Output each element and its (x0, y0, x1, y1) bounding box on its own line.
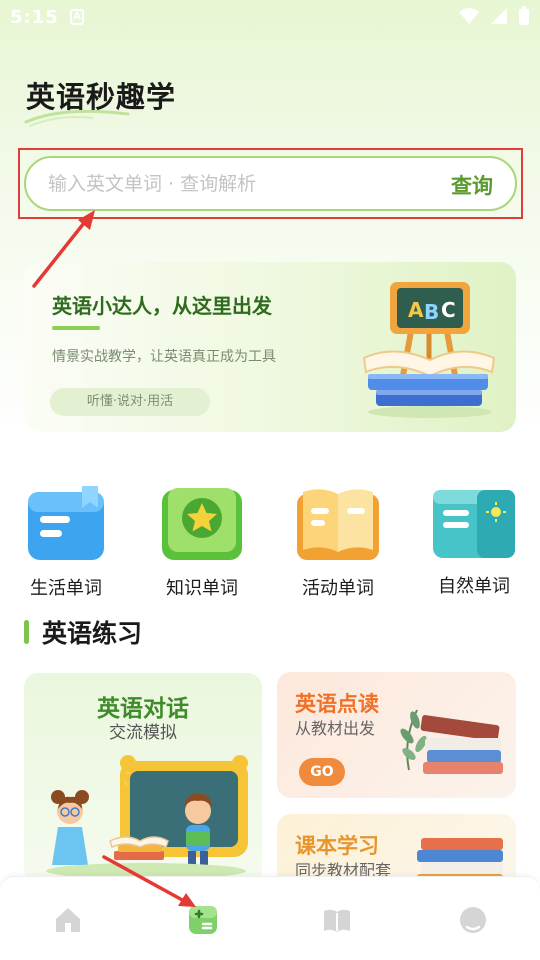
search-button[interactable]: 查询 (451, 170, 493, 200)
category-label: 活动单词 (302, 578, 374, 599)
board-letter-b: B (424, 300, 439, 324)
category-activity-words[interactable]: 活动单词 (288, 486, 388, 600)
read-card-title: 英语点读 (295, 692, 379, 716)
battery-icon (519, 6, 529, 25)
textbook-card-title: 课本学习 (295, 834, 379, 858)
category-label: 自然单词 (438, 576, 510, 597)
banner-tag-pill: 听懂·说对·用活 (50, 388, 210, 416)
books-easel-illustration: A B C (362, 282, 496, 418)
board-letter-a: A (408, 298, 424, 322)
wifi-icon (459, 8, 479, 24)
profile-icon[interactable] (458, 905, 488, 935)
classroom-illustration (46, 755, 248, 879)
go-button[interactable]: GO (299, 758, 345, 786)
promo-banner[interactable]: 英语小达人，从这里出发 情景实战教学，让英语真正成为工具 听懂·说对·用活 A … (24, 262, 516, 432)
category-nature-words[interactable]: 自然单词 (424, 486, 524, 598)
category-label: 知识单词 (166, 578, 238, 599)
dialog-card-subtitle: 交流模拟 (109, 723, 177, 743)
banner-title: 英语小达人，从这里出发 (52, 294, 272, 318)
orange-open-book-icon (297, 489, 379, 560)
search-box[interactable]: 查询 (24, 156, 517, 211)
section-accent-bar (24, 620, 29, 644)
home-icon[interactable] (53, 905, 83, 935)
title-swoosh-decoration (24, 109, 130, 127)
blue-notebook-icon (28, 486, 104, 560)
practice-icon[interactable] (188, 905, 218, 935)
banner-subtitle: 情景实战教学，让英语真正成为工具 (52, 349, 276, 365)
books-plant-illustration (400, 709, 503, 774)
book-icon[interactable] (322, 905, 352, 935)
section-title: 英语练习 (42, 619, 143, 648)
search-input[interactable] (48, 172, 408, 196)
banner-underline (52, 326, 100, 330)
category-label: 生活单词 (30, 578, 102, 599)
bottom-tab-bar (0, 876, 540, 960)
category-life-words[interactable]: 生活单词 (16, 486, 116, 600)
status-icons (458, 6, 530, 26)
english-read-along-card[interactable]: 英语点读 从教材出发 GO (277, 672, 516, 798)
teal-sun-card-icon (433, 490, 515, 558)
signal-icon (491, 8, 507, 24)
english-dialog-card[interactable]: 英语对话 交流模拟 (24, 673, 262, 883)
board-letter-c: C (441, 298, 456, 322)
status-time: 5:15 (10, 7, 59, 28)
category-knowledge-words[interactable]: 知识单词 (152, 486, 252, 600)
notification-icon: A (70, 9, 84, 25)
status-bar: 5:15 A (0, 0, 540, 36)
read-card-subtitle: 从教材出发 (295, 719, 376, 738)
green-star-book-icon (162, 488, 242, 560)
